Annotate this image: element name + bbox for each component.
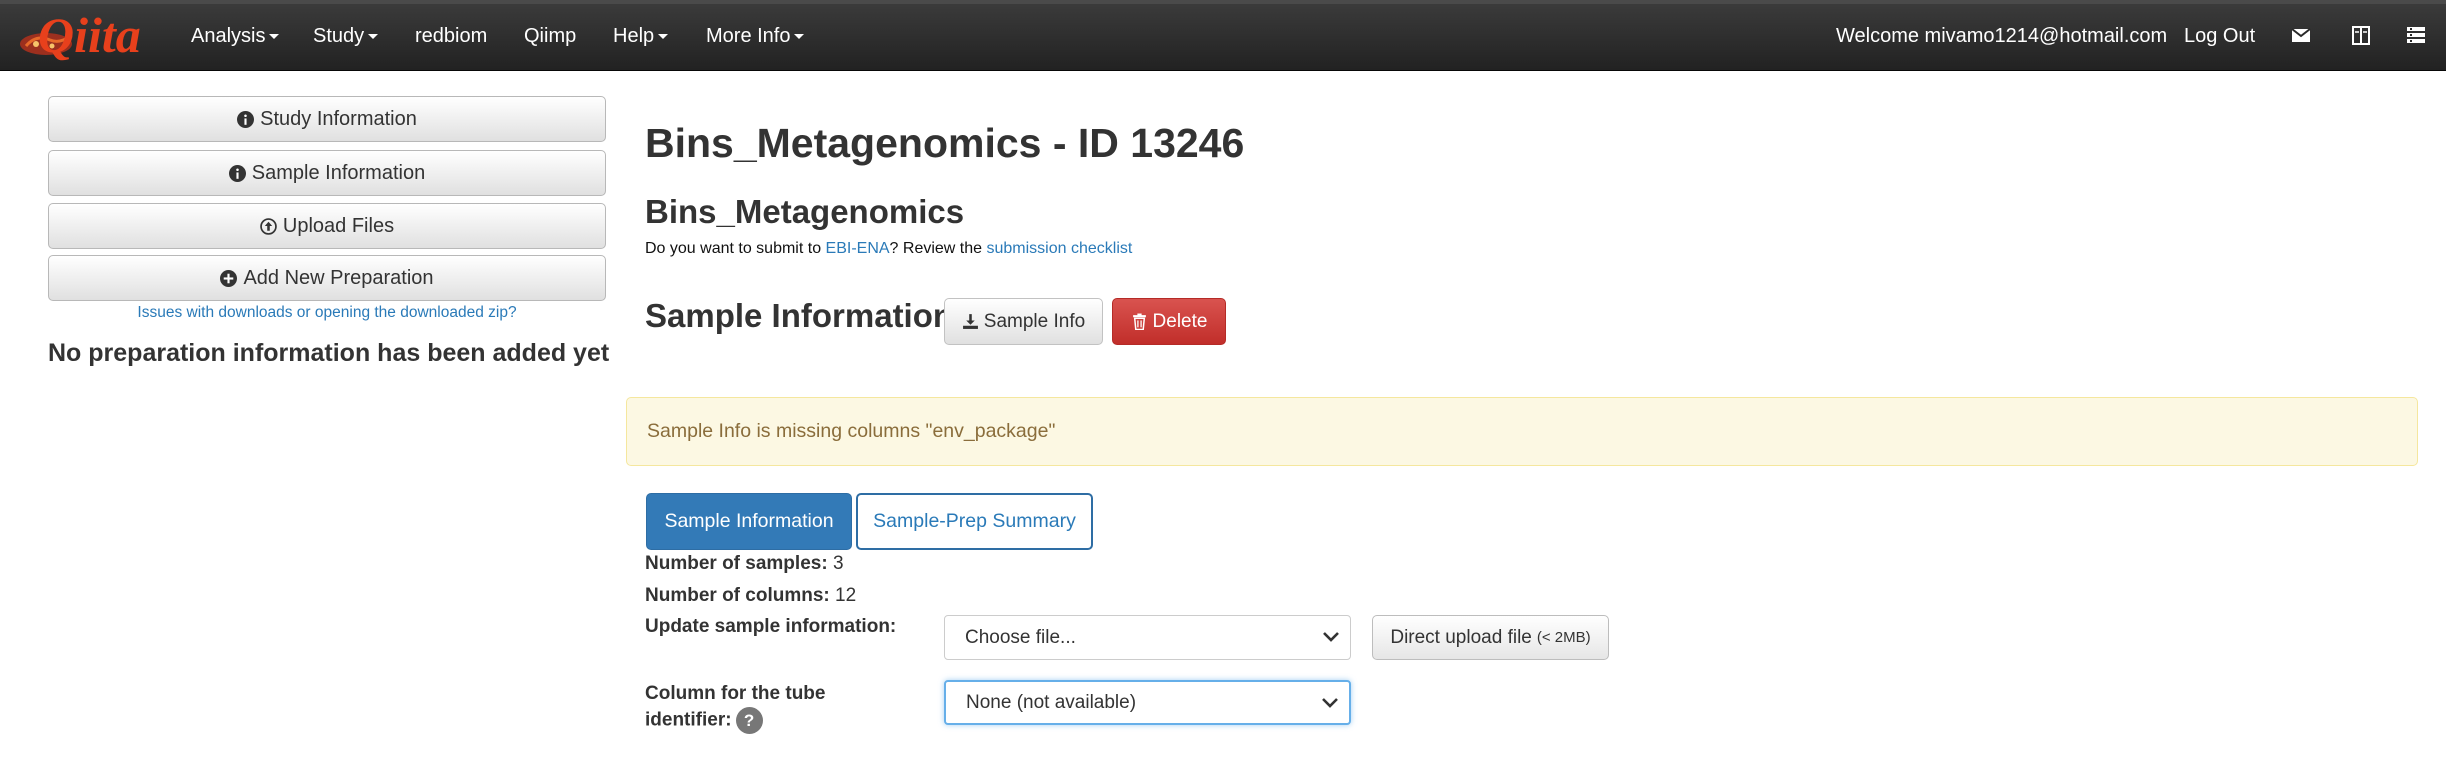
upload-circle-icon: [260, 217, 277, 235]
study-information-label: Study Information: [260, 107, 417, 130]
page-title: Bins_Metagenomics - ID 13246: [645, 120, 1245, 166]
tube-identifier-select[interactable]: None (not available): [944, 680, 1351, 725]
nav-more-info-label: More Info: [706, 25, 791, 47]
study-information-button[interactable]: Study Information: [48, 96, 606, 142]
plus-circle-icon: [220, 269, 238, 287]
ebi-ena-link[interactable]: EBI-ENA: [826, 240, 890, 257]
chevron-down-icon: [1322, 698, 1338, 708]
upload-files-label: Upload Files: [282, 214, 395, 237]
update-sample-information-label: Update sample information:: [645, 616, 897, 637]
info-circle-icon: [237, 110, 255, 128]
sample-information-button[interactable]: Sample Information: [48, 150, 606, 196]
number-of-samples: Number of samples: 3: [645, 553, 844, 575]
number-of-columns: Number of columns: 12: [645, 585, 856, 607]
no-preparation-message: No preparation information has been adde…: [48, 339, 610, 367]
number-of-samples-value: 3: [832, 553, 844, 574]
trash-icon: [1132, 313, 1146, 330]
tube-identifier-select-value: None (not available): [966, 692, 1137, 713]
sample-file-select-value: Choose file...: [965, 627, 1076, 648]
sample-information-label: Sample Information: [251, 161, 426, 184]
chevron-down-icon: [1323, 632, 1339, 642]
caret-down-icon: [368, 34, 379, 40]
caret-down-icon: [269, 34, 280, 40]
welcome-user[interactable]: Welcome mivamo1214@hotmail.com: [1836, 0, 2167, 71]
nav-redbiom[interactable]: redbiom: [415, 0, 487, 71]
nav-analysis[interactable]: Analysis: [191, 0, 280, 71]
download-sample-info-button[interactable]: Sample Info: [944, 298, 1103, 345]
download-issues-link[interactable]: Issues with downloads or opening the dow…: [48, 304, 606, 322]
download-icon: [962, 314, 978, 329]
direct-upload-limit: (< 2MB): [1536, 629, 1591, 646]
nav-more-info[interactable]: More Info: [706, 0, 805, 71]
submission-checklist-link[interactable]: submission checklist: [986, 240, 1132, 257]
nav-help-label: Help: [613, 25, 655, 47]
nav-analysis-label: Analysis: [191, 25, 266, 47]
upload-files-button[interactable]: Upload Files: [48, 203, 606, 249]
nav-study[interactable]: Study: [313, 0, 379, 71]
submit-middle-text: ? Review the: [889, 240, 987, 257]
list-icon[interactable]: [2405, 24, 2427, 46]
svg-text:Qiita: Qiita: [38, 7, 141, 63]
nav-redbiom-label: redbiom: [415, 25, 488, 47]
navbar: Qiita Analysis Study redbiom Qiimp Help …: [0, 0, 2446, 71]
nav-qiimp[interactable]: Qiimp: [524, 0, 576, 71]
download-sample-info-label: Sample Info: [983, 310, 1086, 332]
study-title: Bins_Metagenomics: [645, 193, 965, 230]
missing-columns-alert: Sample Info is missing columns "env_pack…: [626, 397, 2418, 466]
delete-button[interactable]: Delete: [1112, 298, 1226, 345]
delete-label: Delete: [1152, 310, 1208, 332]
help-question-icon[interactable]: ?: [735, 707, 763, 734]
add-new-preparation-label: Add New Preparation: [243, 266, 434, 289]
direct-upload-label: Direct upload file: [1390, 626, 1532, 648]
book-icon[interactable]: [2350, 24, 2372, 46]
ebi-submit-line: Do you want to submit to EBI-ENA? Review…: [645, 240, 1132, 258]
tab-sample-information[interactable]: Sample Information: [646, 493, 852, 550]
number-of-samples-label: Number of samples:: [645, 553, 828, 574]
envelope-icon[interactable]: [2290, 24, 2312, 46]
submit-prefix-text: Do you want to submit to: [645, 240, 826, 257]
direct-upload-button[interactable]: Direct upload file (< 2MB): [1372, 615, 1609, 660]
caret-down-icon: [794, 34, 805, 40]
nav-qiimp-label: Qiimp: [524, 25, 577, 47]
tube-identifier-label: Column for the tube identifier:?: [645, 681, 825, 734]
tab-sample-prep-summary[interactable]: Sample-Prep Summary: [856, 493, 1093, 550]
caret-down-icon: [658, 34, 669, 40]
logout-link[interactable]: Log Out: [2184, 0, 2255, 71]
number-of-columns-label: Number of columns:: [645, 585, 830, 606]
number-of-columns-value: 12: [835, 585, 857, 606]
qiita-logo[interactable]: Qiita: [16, 6, 158, 66]
sample-information-heading: Sample Information: [645, 297, 954, 334]
nav-study-label: Study: [313, 25, 365, 47]
nav-help[interactable]: Help: [613, 0, 669, 71]
info-circle-icon: [228, 164, 246, 182]
add-new-preparation-button[interactable]: Add New Preparation: [48, 255, 606, 301]
tube-label-line2: identifier:: [645, 709, 732, 731]
tube-label-line1: Column for the tube: [645, 683, 826, 704]
sample-file-select[interactable]: Choose file...: [944, 615, 1351, 660]
